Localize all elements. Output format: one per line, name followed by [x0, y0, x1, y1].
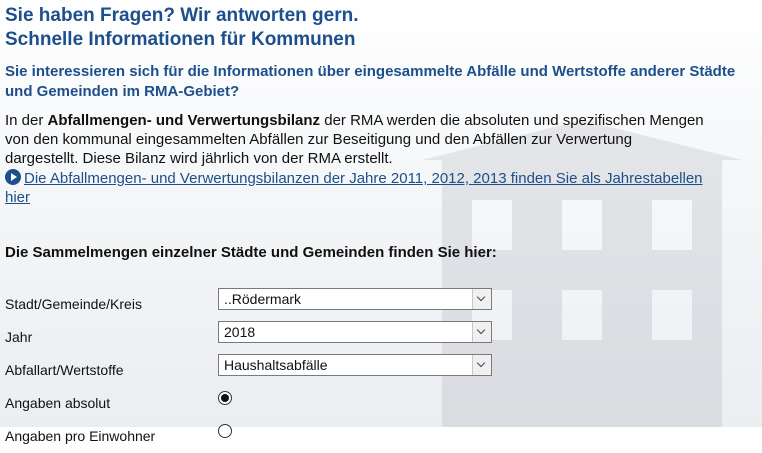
waste-row: Abfallart/Wertstoffe Haushaltsabfälle [5, 354, 762, 387]
absolute-label: Angaben absolut [5, 395, 111, 411]
year-label: Jahr [5, 329, 33, 345]
absolute-row: Angaben absolut [5, 387, 762, 420]
content-area: Sie haben Fragen? Wir antworten gern. Sc… [5, 0, 762, 453]
city-row: Stadt/Gemeinde/Kreis ..Rödermark [5, 288, 762, 321]
intro-line3: dargestellt. Diese Bilanz wird jährlich … [5, 150, 393, 167]
year-row: Jahr 2018 [5, 321, 762, 354]
intro-bold-term: Abfallmengen- und Verwertungsbilanz [47, 112, 321, 129]
waste-label: Abfallart/Wertstoffe [5, 362, 124, 378]
intro-prefix: In der [5, 112, 48, 129]
intro-line2: von den kommunal eingesammelten Abfällen… [5, 131, 633, 148]
city-select-value: ..Rödermark [224, 291, 302, 307]
city-label: Stadt/Gemeinde/Kreis [5, 296, 142, 312]
page-title: Sie haben Fragen? Wir antworten gern. Sc… [5, 4, 762, 52]
absolute-radio[interactable] [218, 391, 232, 405]
report-link-hier[interactable]: hier [5, 189, 30, 206]
page-title-line1: Sie haben Fragen? Wir antworten gern. [5, 5, 359, 26]
waste-select[interactable]: Haushaltsabfälle [218, 354, 492, 376]
year-select-value: 2018 [224, 324, 256, 340]
chevron-down-icon[interactable] [472, 322, 491, 342]
report-link[interactable]: Die Abfallmengen- und Verwertungsbilanze… [24, 170, 703, 187]
filter-form: Stadt/Gemeinde/Kreis ..Rödermark Jahr 20… [5, 288, 762, 453]
waste-select-value: Haushaltsabfälle [224, 357, 328, 373]
page-title-line2: Schnelle Informationen für Kommunen [5, 29, 356, 50]
per-capita-radio[interactable] [218, 424, 232, 438]
city-select[interactable]: ..Rödermark [218, 288, 492, 310]
per-capita-row: Angaben pro Einwohner [5, 420, 762, 453]
play-circle-icon[interactable] [5, 169, 21, 185]
intro-suffix: der RMA werden die absoluten und spezifi… [320, 112, 704, 129]
intro-paragraph: In der Abfallmengen- und Verwertungsbila… [5, 111, 762, 168]
chevron-down-icon[interactable] [472, 355, 491, 375]
subheading: Sie interessieren sich für die Informati… [5, 63, 736, 100]
chevron-down-icon[interactable] [472, 289, 491, 309]
per-capita-label: Angaben pro Einwohner [5, 428, 156, 444]
year-select[interactable]: 2018 [218, 321, 492, 343]
report-link-row: Die Abfallmengen- und Verwertungsbilanze… [5, 169, 762, 207]
section-title: Die Sammelmengen einzelner Städte und Ge… [5, 244, 497, 261]
